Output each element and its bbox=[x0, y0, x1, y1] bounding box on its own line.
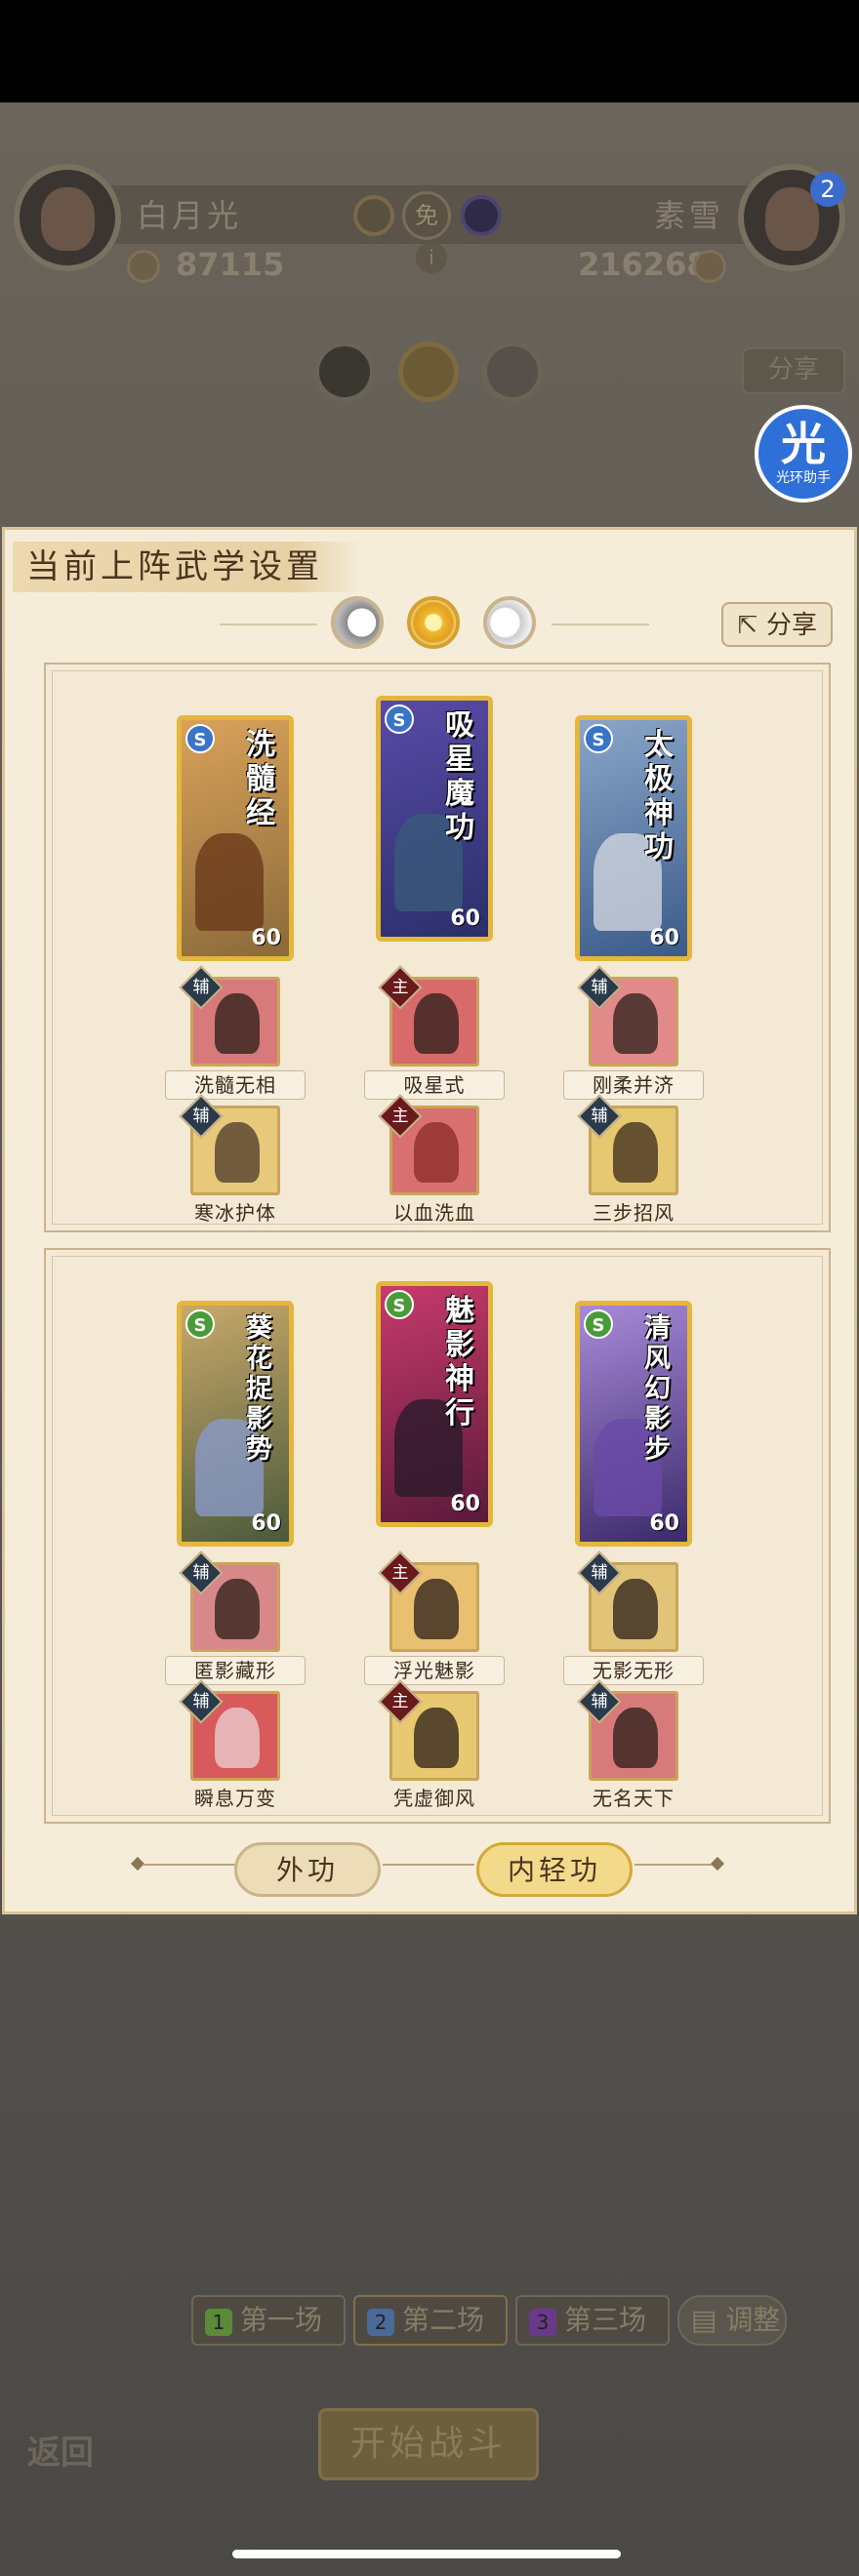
martial-arts-setup-modal: 当前上阵武学设置 ⇱ 分享 S 洗髓经 60 S 吸星魔功 60 S 太极神功 … bbox=[2, 527, 857, 1914]
skill-icon[interactable]: 辅 bbox=[577, 1094, 678, 1195]
share-icon: ⇱ bbox=[736, 611, 758, 640]
adjust-button[interactable]: ▤ 调整 bbox=[677, 2295, 787, 2346]
card-title: 吸星魔功 bbox=[445, 708, 474, 845]
left-player-score: 87115 bbox=[176, 246, 285, 283]
dim-crescent-tab-icon bbox=[482, 342, 543, 402]
card-title: 太极神功 bbox=[644, 728, 674, 865]
card-title: 魅影神行 bbox=[445, 1294, 474, 1430]
start-battle-button[interactable]: 开始战斗 bbox=[318, 2408, 539, 2480]
skill-icon[interactable]: 辅 bbox=[179, 1679, 280, 1781]
right-coin-icon bbox=[693, 250, 726, 283]
s-rank-icon: S bbox=[385, 1290, 414, 1319]
skill-label: 洗髓无相 bbox=[165, 1070, 306, 1100]
skill-label: 无影无形 bbox=[563, 1656, 704, 1685]
home-indicator bbox=[232, 2550, 621, 2558]
sun-emblem-icon bbox=[353, 195, 394, 236]
character-art bbox=[593, 833, 662, 931]
divider-left bbox=[220, 624, 317, 625]
modal-title: 当前上阵武学设置 bbox=[13, 542, 362, 592]
dim-share-button: 分享 bbox=[742, 347, 845, 394]
skill-label: 以血洗血 bbox=[393, 1201, 475, 1225]
character-art bbox=[593, 1419, 662, 1516]
skill-icon[interactable]: 主 bbox=[378, 965, 479, 1067]
share-button[interactable]: ⇱ 分享 bbox=[721, 602, 833, 647]
card-level: 60 bbox=[649, 926, 679, 950]
s-rank-icon: S bbox=[185, 724, 215, 753]
moon-emblem-icon bbox=[461, 195, 502, 236]
skill-icon[interactable]: 主 bbox=[378, 1550, 479, 1652]
sun-type-tab[interactable] bbox=[407, 596, 460, 649]
left-player-avatar[interactable] bbox=[14, 164, 121, 271]
left-player-name: 白月光 bbox=[137, 197, 243, 234]
skill-icon[interactable]: 辅 bbox=[577, 1550, 678, 1652]
card-level: 60 bbox=[450, 906, 480, 931]
s-rank-icon: S bbox=[584, 724, 613, 753]
s-rank-icon: S bbox=[385, 704, 414, 734]
skill-icon[interactable]: 主 bbox=[378, 1679, 479, 1781]
skill-icon[interactable]: 主 bbox=[378, 1094, 479, 1195]
art-card-3[interactable]: S 太极神功 60 bbox=[575, 715, 692, 961]
round-1-button[interactable]: 1 第一场 bbox=[191, 2295, 346, 2346]
skill-icon[interactable]: 辅 bbox=[577, 965, 678, 1067]
round-2-button[interactable]: 2 第二场 bbox=[353, 2295, 508, 2346]
notification-badge: 2 bbox=[810, 172, 845, 207]
adjust-icon: ▤ bbox=[691, 2304, 726, 2336]
divider-right bbox=[552, 624, 649, 625]
back-button[interactable]: 返回 bbox=[27, 2426, 94, 2474]
skill-icon[interactable]: 辅 bbox=[179, 1094, 280, 1195]
right-player-score: 216268 bbox=[578, 246, 709, 283]
s-rank-icon: S bbox=[185, 1309, 215, 1339]
bottom-divider-left bbox=[143, 1864, 236, 1866]
skill-label: 刚柔并济 bbox=[563, 1070, 704, 1100]
inner-arts-section-2: S 葵花捉影势 60 S 魅影神行 60 S 清风幻影步 60 辅 主 辅 匿影… bbox=[44, 1248, 831, 1824]
card-title: 清风幻影步 bbox=[644, 1313, 671, 1465]
crescent-type-tab[interactable] bbox=[483, 596, 536, 649]
skill-label: 凭虚御风 bbox=[393, 1787, 475, 1810]
skill-label: 三步招风 bbox=[593, 1201, 675, 1225]
right-player-name: 素雪 bbox=[654, 197, 725, 234]
skill-label: 瞬息万变 bbox=[194, 1787, 276, 1810]
card-title: 葵花捉影势 bbox=[246, 1313, 272, 1465]
art-card-4[interactable]: S 葵花捉影势 60 bbox=[177, 1301, 294, 1547]
art-card-1[interactable]: S 洗髓经 60 bbox=[177, 715, 294, 961]
card-title: 洗髓经 bbox=[246, 728, 275, 830]
left-coin-icon bbox=[127, 250, 160, 283]
card-level: 60 bbox=[251, 926, 281, 950]
character-art bbox=[394, 1399, 463, 1497]
bottom-divider-right bbox=[634, 1864, 713, 1866]
card-level: 60 bbox=[251, 1511, 281, 1536]
skill-icon[interactable]: 辅 bbox=[179, 965, 280, 1067]
character-art bbox=[195, 1419, 264, 1516]
skill-label: 寒冰护体 bbox=[194, 1201, 276, 1225]
game-screen: 2 白月光 素雪 87115 216268 免 i 分享 光 光环助手 当前上阵… bbox=[0, 0, 859, 2576]
inner-light-arts-tab[interactable]: 内轻功 bbox=[476, 1842, 633, 1897]
skill-label: 无名天下 bbox=[593, 1787, 675, 1810]
character-art bbox=[195, 833, 264, 931]
assistant-float-button[interactable]: 光 光环助手 bbox=[755, 405, 852, 503]
skill-label: 浮光魅影 bbox=[364, 1656, 505, 1685]
outer-arts-tab[interactable]: 外功 bbox=[234, 1842, 381, 1897]
round-3-button[interactable]: 3 第三场 bbox=[515, 2295, 670, 2346]
dim-moon-tab-icon bbox=[314, 342, 375, 402]
moon-type-tab[interactable] bbox=[331, 596, 384, 649]
card-level: 60 bbox=[649, 1511, 679, 1536]
art-card-5[interactable]: S 魅影神行 60 bbox=[376, 1281, 493, 1527]
s-rank-icon: S bbox=[584, 1309, 613, 1339]
skill-icon[interactable]: 辅 bbox=[179, 1550, 280, 1652]
bottom-divider-mid bbox=[383, 1864, 474, 1866]
skill-label: 匿影藏形 bbox=[165, 1656, 306, 1685]
inner-arts-section-1: S 洗髓经 60 S 吸星魔功 60 S 太极神功 60 辅 主 辅 洗髓无相 bbox=[44, 663, 831, 1232]
character-art bbox=[394, 814, 463, 911]
vs-badge: 免 bbox=[402, 191, 451, 240]
art-card-6[interactable]: S 清风幻影步 60 bbox=[575, 1301, 692, 1547]
art-card-2[interactable]: S 吸星魔功 60 bbox=[376, 696, 493, 942]
skill-label: 吸星式 bbox=[364, 1070, 505, 1100]
card-level: 60 bbox=[450, 1492, 480, 1516]
info-icon[interactable]: i bbox=[416, 242, 447, 273]
dim-sun-tab-icon bbox=[398, 342, 459, 402]
skill-icon[interactable]: 辅 bbox=[577, 1679, 678, 1781]
